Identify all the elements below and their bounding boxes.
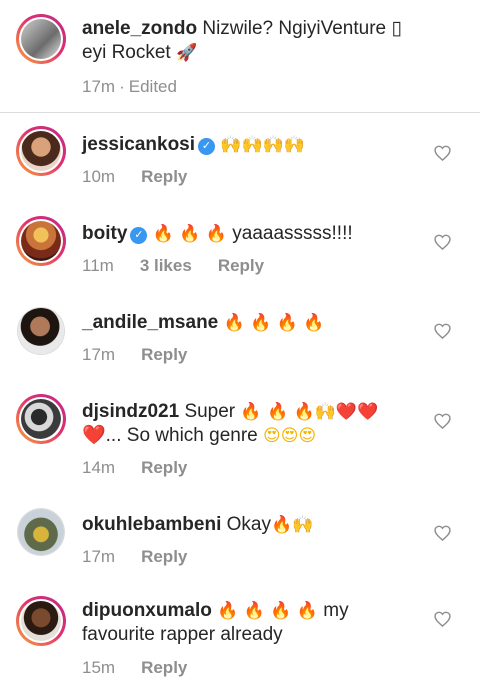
comment-emoji: 🔥 🔥 🔥 🔥 [217,601,318,621]
comment-time: 11m [82,256,114,275]
reply-button[interactable]: Reply [141,167,187,186]
comment-emoji: 🔥 🔥 🔥🙌❤️❤️ [240,402,379,422]
caption-username[interactable]: anele_zondo [82,18,197,39]
caption-avatar[interactable] [16,14,66,64]
rocket-emoji: 🚀 [175,43,198,63]
comment-username[interactable]: djsindz021 [82,401,179,422]
comment-username[interactable]: boity [82,223,127,244]
comment-item: djsindz021 Super 🔥 🔥 🔥🙌❤️❤️ ❤️... So whi… [0,381,480,494]
reply-button[interactable]: Reply [141,658,187,677]
comment-text-line2: favourite rapper already [82,624,283,645]
comment-text: Super [184,401,236,422]
like-heart-icon[interactable] [432,411,452,431]
verified-badge-icon: ✓ [198,137,216,155]
commenter-avatar[interactable] [17,307,65,355]
like-heart-icon[interactable] [432,321,452,341]
comment-item: _andile_msane 🔥 🔥 🔥 🔥 17m Reply [0,292,480,381]
comment-item: dipuonxumalo 🔥 🔥 🔥 🔥 my favourite rapper… [0,583,480,677]
commenter-avatar[interactable] [16,216,66,266]
verified-badge-icon: ✓ [130,226,148,244]
like-heart-icon[interactable] [432,609,452,629]
comment-text-line2: ❤️... So which genre [82,425,258,446]
comment-text: Okay [226,514,271,535]
comment-emoji: 🙌🙌🙌🙌 [220,135,305,155]
comment-time: 15m [82,658,116,677]
reply-button[interactable]: Reply [218,256,264,275]
reply-button[interactable]: Reply [141,547,187,566]
like-heart-icon[interactable] [432,143,452,163]
comment-item: okuhlebambeni Okay🔥🙌 17m Reply [0,494,480,583]
comment-item: boity ✓ 🔥 🔥 🔥 yaaaasssss!!!! 11m 3 likes Re… [0,203,480,292]
comment-time: 17m [82,547,116,566]
comment-username[interactable]: dipuonxumalo [82,600,212,621]
commenter-avatar[interactable] [16,126,66,176]
comment-text: yaaaasssss!!!! [232,223,353,244]
comment-text: my [323,600,349,621]
reply-button[interactable]: Reply [141,345,187,364]
like-heart-icon[interactable] [432,232,452,252]
comment-username[interactable]: _andile_msane [82,312,218,333]
commenter-avatar[interactable] [16,394,66,444]
comment-emoji: 🔥 🔥 🔥 [152,224,227,244]
like-heart-icon[interactable] [432,523,452,543]
commenter-avatar[interactable] [17,508,65,556]
comment-username[interactable]: okuhlebambeni [82,514,221,535]
post-caption: anele_zondo Nizwile? NgiyiVenture ▯ eyi … [0,0,480,113]
comment-time: 10m [82,167,116,186]
likes-count[interactable]: 3 likes [140,256,192,275]
comment-time: 17m [82,345,116,364]
comment-emoji: 🔥🙌 [271,515,314,535]
commenter-avatar[interactable] [16,596,66,646]
comment-time: 14m [82,458,116,477]
caption-edited: Edited [128,77,177,96]
comment-emoji: 🔥 🔥 🔥 🔥 [223,313,325,333]
comment-username[interactable]: jessicankosi [82,134,195,155]
reply-button[interactable]: Reply [141,458,187,477]
comment-item: jessicankosi ✓ 🙌🙌🙌🙌 10m Reply [0,113,480,203]
comment-emoji-line2: 😍😍😍 [263,426,317,446]
caption-time: 17m [82,77,116,96]
